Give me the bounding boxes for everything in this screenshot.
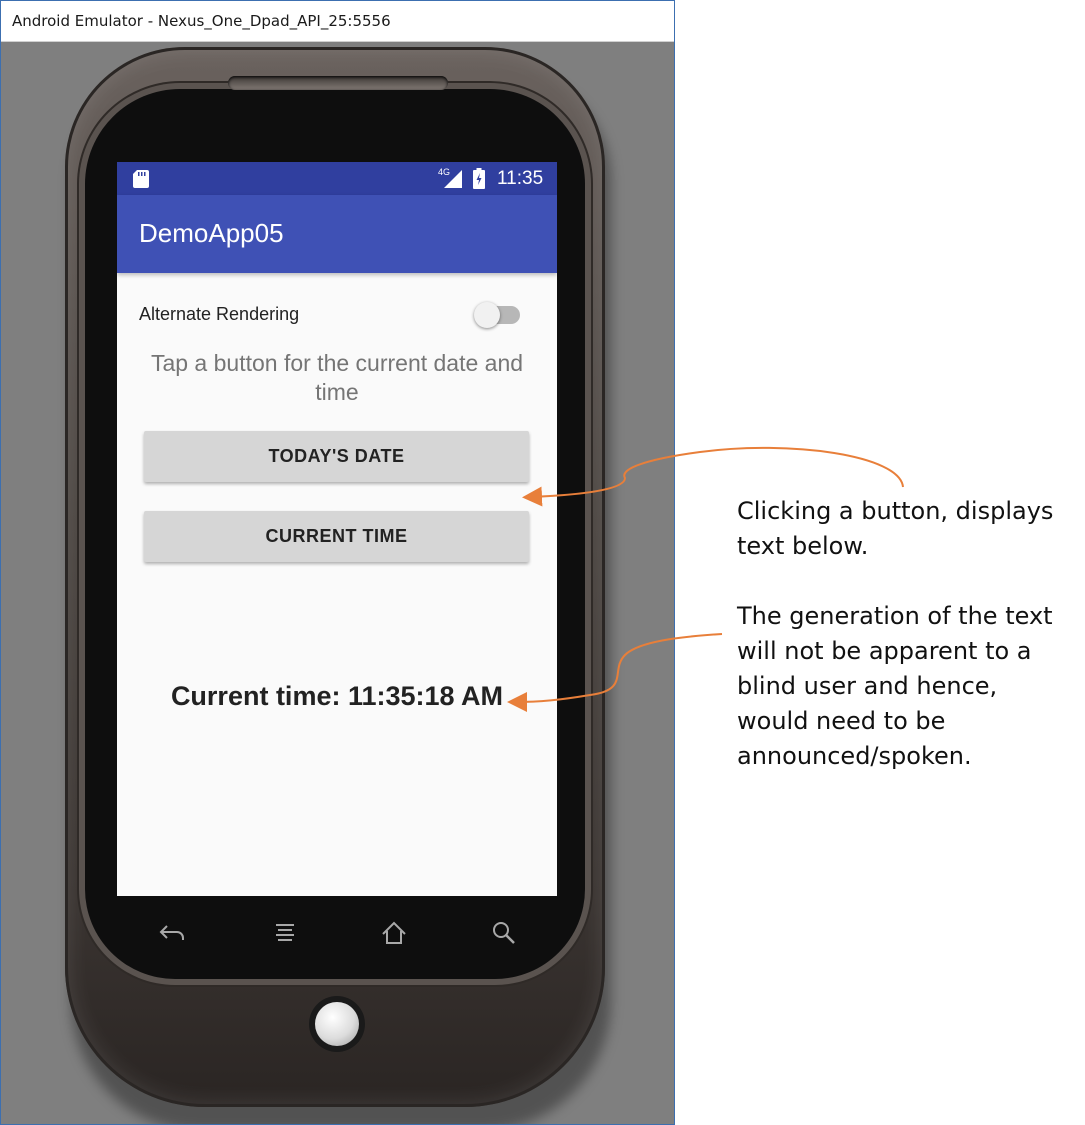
switch-thumb	[474, 302, 500, 328]
sd-card-icon	[133, 170, 149, 188]
speaker-grille	[228, 76, 448, 90]
app-bar: DemoApp05	[117, 195, 557, 273]
window-title: Android Emulator - Nexus_One_Dpad_API_25…	[12, 12, 391, 30]
alternate-rendering-switch[interactable]	[474, 302, 522, 328]
result-text: Current time: 11:35:18 AM	[170, 681, 504, 711]
trackball-button[interactable]	[309, 996, 365, 1052]
back-icon[interactable]	[157, 918, 187, 948]
app-title: DemoApp05	[139, 218, 284, 248]
annotation-note-announce: The generation of the text will not be a…	[737, 602, 1053, 770]
window-titlebar[interactable]: Android Emulator - Nexus_One_Dpad_API_25…	[1, 1, 674, 42]
alternate-rendering-label: Alternate Rendering	[139, 304, 300, 324]
current-time-button[interactable]: CURRENT TIME	[144, 511, 529, 562]
search-icon[interactable]	[489, 918, 519, 948]
signal-icon	[444, 170, 462, 188]
annotation-note-buttons: Clicking a button, displays text below.	[737, 497, 1054, 560]
trackball-icon	[315, 1002, 359, 1046]
hardware-nav-keys	[117, 906, 557, 956]
status-clock: 11:35	[497, 168, 544, 189]
menu-icon[interactable]	[270, 918, 300, 948]
status-bar: 4G 11:35	[117, 162, 557, 195]
emulator-window: Android Emulator - Nexus_One_Dpad_API_25…	[0, 0, 675, 1125]
instruction-text: Tap a button for the current date and ti…	[150, 350, 524, 405]
home-icon[interactable]	[379, 918, 409, 948]
battery-icon	[473, 168, 485, 189]
device-screen: 4G 11:35 DemoApp05 Alternate Rendering T…	[117, 162, 557, 896]
todays-date-button[interactable]: TODAY'S DATE	[144, 431, 529, 482]
